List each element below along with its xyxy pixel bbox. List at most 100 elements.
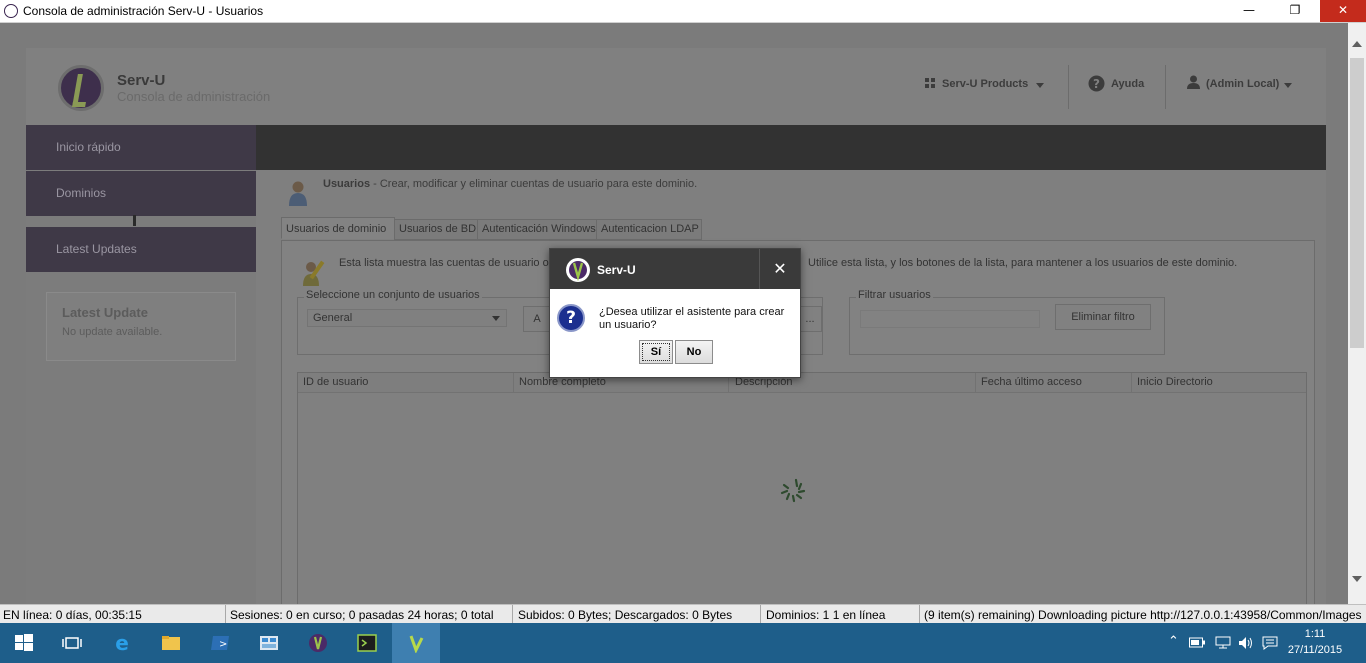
tab-domain-users[interactable]: Usuarios de dominio	[281, 217, 395, 239]
dropdown-arrow-icon	[492, 316, 500, 321]
help-icon: ?	[1088, 75, 1105, 92]
vertical-scrollbar[interactable]	[1348, 23, 1366, 604]
scroll-down-icon[interactable]	[1352, 576, 1362, 582]
top-band	[256, 125, 1326, 170]
header-divider	[1165, 65, 1166, 109]
tab-db-users[interactable]: Usuarios de BD	[394, 219, 478, 240]
products-menu[interactable]: Serv-U Products	[942, 78, 1028, 90]
more-user-set-button[interactable]: ...	[798, 306, 822, 332]
server-manager-icon	[260, 636, 278, 650]
taskbar-terminal[interactable]	[343, 623, 391, 663]
servu-logo-icon	[566, 258, 590, 282]
servu-app-icon	[4, 4, 18, 18]
taskbar-edge[interactable]: e	[98, 623, 146, 663]
chevron-down-icon	[1284, 83, 1292, 88]
edit-user-icon	[303, 260, 325, 286]
yes-button[interactable]: Sí	[639, 340, 673, 364]
header-divider	[1068, 65, 1069, 109]
loading-spinner-icon	[780, 478, 806, 503]
status-online: EN línea: 0 días, 00:35:15	[3, 608, 142, 622]
brand-name: Serv-U	[117, 72, 166, 89]
column-header-last-access[interactable]: Fecha último acceso	[981, 376, 1082, 388]
tab-ldap-auth[interactable]: Autenticacion LDAP	[596, 219, 702, 240]
users-section-title: Usuarios	[323, 178, 371, 190]
status-divider	[225, 605, 226, 623]
status-transfer: Subidos: 0 Bytes; Descargados: 0 Bytes	[518, 608, 733, 622]
column-divider	[975, 373, 976, 393]
clear-filter-button[interactable]: Eliminar filtro	[1055, 304, 1151, 330]
user-menu[interactable]: (Admin Local)	[1206, 78, 1279, 90]
action-center-icon[interactable]	[1262, 636, 1278, 650]
show-hidden-icons[interactable]: ⌃	[1168, 634, 1179, 649]
battery-icon[interactable]	[1189, 637, 1205, 648]
sidebar-item-quick-start[interactable]: Inicio rápido	[26, 125, 256, 170]
powershell-icon: >	[211, 636, 229, 650]
status-sessions: Sesiones: 0 en curso; 0 pasadas 24 horas…	[230, 608, 494, 622]
task-view-icon	[62, 637, 82, 649]
panel-description-left: Esta lista muestra las cuentas de usuari…	[339, 257, 549, 269]
grid-icon	[925, 78, 935, 88]
column-divider	[513, 373, 514, 393]
sidebar-item-domains[interactable]: Dominios	[26, 171, 256, 216]
close-window-button[interactable]: ✕	[1320, 0, 1366, 22]
taskbar: e > ⌃ 1:11 27/11/2015	[0, 623, 1366, 663]
users-section-heading: Usuarios - Crear, modificar y eliminar c…	[323, 178, 697, 190]
taskbar-clock[interactable]: 1:11 27/11/2015	[1282, 626, 1348, 658]
filter-users-input[interactable]	[860, 310, 1040, 328]
taskbar-servu[interactable]	[294, 623, 342, 663]
taskbar-file-explorer[interactable]	[147, 623, 195, 663]
taskbar-server-manager[interactable]	[245, 623, 293, 663]
dialog-close-button[interactable]: ✕	[759, 249, 800, 289]
window-title: Consola de administración Serv-U - Usuar…	[23, 4, 264, 18]
users-table: ID de usuario Nombre completo Descripció…	[297, 372, 1307, 604]
add-user-set-button[interactable]: A	[523, 306, 551, 332]
user-set-selected-value: General	[313, 312, 353, 324]
console-header: Serv-U Consola de administración Serv-U …	[26, 48, 1326, 125]
tab-windows-auth[interactable]: Autenticación Windows	[477, 219, 597, 240]
start-button[interactable]	[0, 623, 48, 663]
status-divider	[512, 605, 513, 623]
scroll-up-icon[interactable]	[1352, 41, 1362, 47]
sidebar-pointer	[133, 215, 136, 226]
users-section-desc: - Crear, modificar y eliminar cuentas de…	[370, 178, 698, 190]
task-view-button[interactable]	[48, 623, 96, 663]
sidebar-item-latest-updates[interactable]: Latest Updates	[26, 227, 256, 272]
content-area: Usuarios - Crear, modificar y eliminar c…	[256, 170, 1326, 604]
svg-text:e: e	[115, 633, 129, 653]
user-set-select[interactable]: General	[307, 309, 507, 327]
panel-description-right: Utilice esta lista, y los botones de la …	[808, 257, 1238, 269]
taskbar-powershell[interactable]: >	[196, 623, 244, 663]
taskbar-servu-console[interactable]	[392, 623, 440, 663]
question-icon: ?	[557, 304, 585, 332]
network-icon[interactable]	[1215, 636, 1231, 649]
window-titlebar: Consola de administración Serv-U - Usuar…	[0, 0, 1366, 23]
latest-update-box: Latest Update No update available.	[46, 292, 236, 361]
svg-text:?: ?	[1093, 77, 1100, 91]
minimize-button[interactable]: —	[1226, 0, 1272, 22]
latest-update-text: No update available.	[62, 326, 163, 338]
servu-console-icon	[409, 635, 424, 653]
folder-icon	[162, 636, 180, 650]
chevron-down-icon	[1036, 83, 1044, 88]
restore-button[interactable]: ❐	[1272, 0, 1318, 22]
help-link[interactable]: Ayuda	[1111, 78, 1144, 90]
volume-icon[interactable]	[1238, 636, 1254, 650]
brand-subtitle: Consola de administración	[117, 89, 271, 104]
user-set-legend: Seleccione un conjunto de usuarios	[304, 289, 482, 301]
no-button[interactable]: No	[675, 340, 713, 364]
filter-users-group: Filtrar usuarios Eliminar filtro	[849, 289, 1165, 355]
status-bar: EN línea: 0 días, 00:35:15 Sesiones: 0 e…	[0, 604, 1366, 623]
create-user-dialog: Serv-U ✕ ? ¿Desea utilizar el asistente …	[549, 248, 801, 378]
latest-update-title: Latest Update	[62, 305, 148, 320]
column-header-home-dir[interactable]: Inicio Directorio	[1137, 376, 1213, 388]
sidebar: Inicio rápido Dominios Latest Updates La…	[26, 125, 256, 604]
status-divider	[760, 605, 761, 623]
user-icon	[1187, 75, 1200, 89]
scrollbar-thumb[interactable]	[1350, 58, 1364, 348]
filter-users-legend: Filtrar usuarios	[856, 289, 933, 301]
status-domains: Dominios: 1 1 en línea	[766, 608, 886, 622]
column-header-user-id[interactable]: ID de usuario	[303, 376, 368, 388]
column-divider	[1131, 373, 1132, 393]
terminal-icon	[357, 634, 377, 652]
edge-browser-icon: e	[115, 633, 129, 653]
